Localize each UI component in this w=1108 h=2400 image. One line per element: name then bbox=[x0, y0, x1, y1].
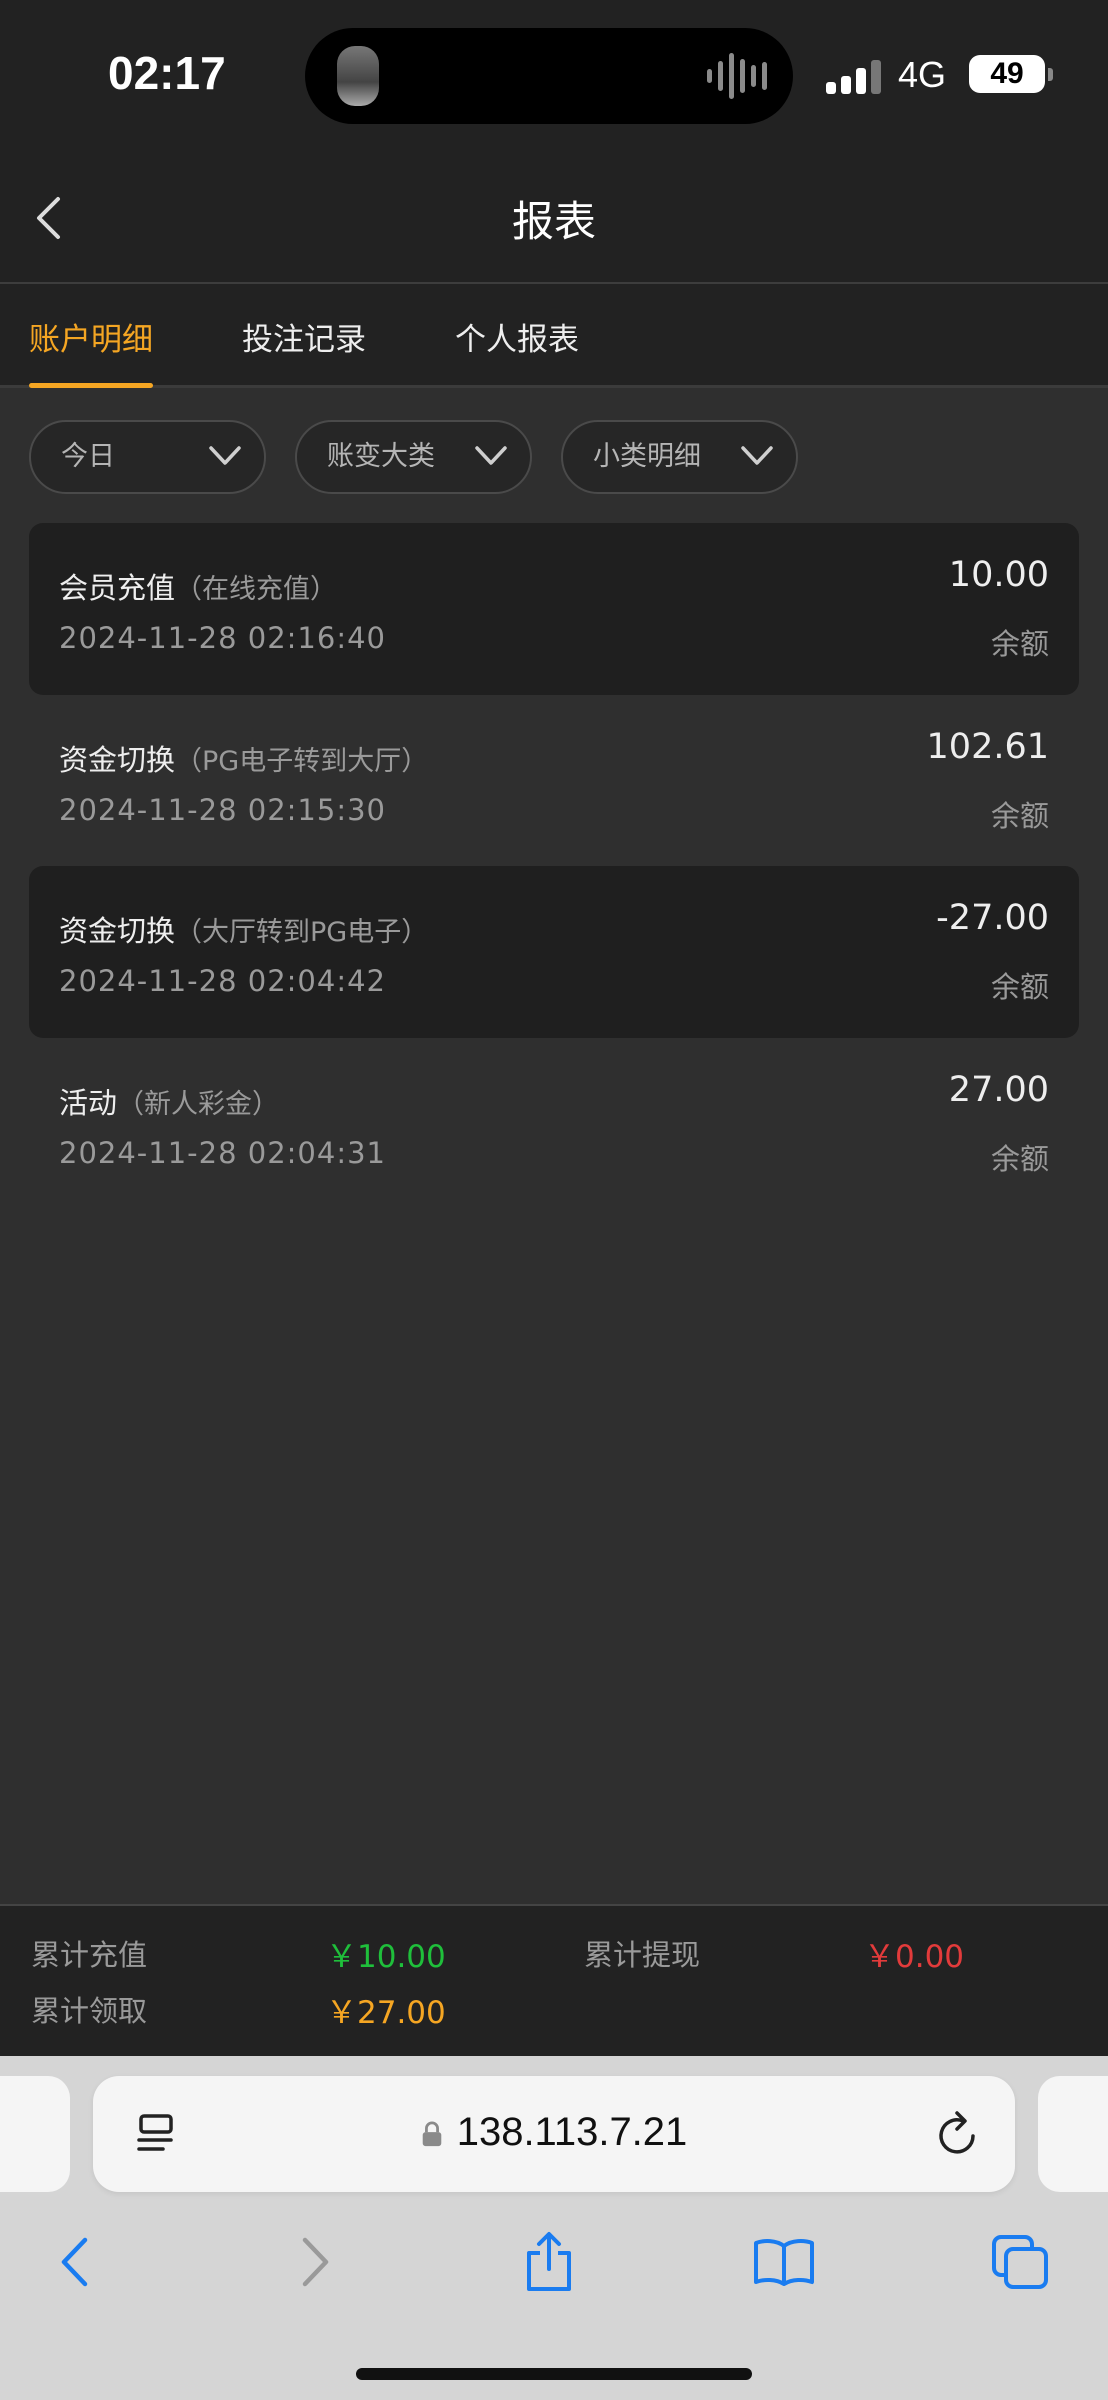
record-amount: 102.61 bbox=[926, 727, 1049, 767]
category-filter-dropdown[interactable]: 账变大类 bbox=[295, 420, 532, 494]
record-title: 会员充值 bbox=[59, 571, 176, 605]
audio-wave-icon bbox=[707, 50, 767, 102]
battery-indicator: 49 bbox=[969, 55, 1053, 93]
browser-nav-bar bbox=[0, 2222, 1108, 2322]
tabs-button[interactable] bbox=[980, 2222, 1060, 2302]
record-subtype: （在线充值） bbox=[175, 574, 338, 605]
tab-personal-report[interactable]: 个人报表 bbox=[455, 314, 579, 388]
dynamic-island bbox=[305, 28, 793, 124]
record-title: 活动 bbox=[59, 1086, 118, 1120]
record-balance-label: 余额 bbox=[990, 627, 1049, 661]
record-amount: 27.00 bbox=[948, 1070, 1049, 1110]
record-balance-label: 余额 bbox=[990, 1142, 1049, 1176]
record-subtype: （PG电子转到大厅） bbox=[175, 746, 429, 777]
reload-icon[interactable] bbox=[935, 2108, 981, 2158]
record-date: 2024-11-28 02:04:42 bbox=[59, 964, 386, 998]
share-icon bbox=[527, 2232, 571, 2291]
page-title: 报表 bbox=[511, 197, 596, 246]
cellular-signal-icon bbox=[826, 58, 881, 94]
list-item[interactable]: 资金切换（PG电子转到大厅） 2024-11-28 02:15:30 102.6… bbox=[29, 695, 1079, 867]
status-time: 02:17 bbox=[108, 47, 226, 99]
record-title: 资金切换 bbox=[59, 743, 176, 777]
record-balance-label: 余额 bbox=[990, 970, 1049, 1004]
next-tab-preview[interactable] bbox=[1038, 2076, 1108, 2192]
browser-forward-button[interactable] bbox=[276, 2222, 356, 2302]
now-playing-artwork bbox=[337, 46, 379, 106]
status-bar: 02:17 4G 49 bbox=[0, 0, 1108, 150]
subcategory-filter-label: 小类明细 bbox=[593, 441, 701, 472]
total-claim-label: 累计领取 bbox=[31, 1994, 148, 2028]
previous-tab-preview[interactable] bbox=[0, 2076, 70, 2192]
category-filter-label: 账变大类 bbox=[327, 441, 435, 472]
date-filter-dropdown[interactable]: 今日 bbox=[29, 420, 266, 494]
tab-bet-records[interactable]: 投注记录 bbox=[242, 314, 366, 388]
tab-account-details[interactable]: 账户明细 bbox=[29, 314, 153, 388]
record-balance-label: 余额 bbox=[990, 799, 1049, 833]
total-recharge-value: ￥10.00 bbox=[326, 1939, 446, 1975]
chevron-down-icon bbox=[741, 446, 773, 465]
summary-panel: 累计充值 ￥10.00 累计提现 ￥0.00 累计领取 ￥27.00 bbox=[0, 1904, 1108, 2056]
bookmarks-button[interactable] bbox=[744, 2222, 824, 2302]
lock-icon bbox=[422, 2121, 441, 2147]
record-amount: 10.00 bbox=[948, 555, 1049, 595]
total-withdraw-label: 累计提现 bbox=[584, 1938, 701, 1972]
record-subtype: （新人彩金） bbox=[117, 1089, 280, 1120]
browser-toolbar: 138.113.7.21 bbox=[0, 2056, 1108, 2400]
date-filter-label: 今日 bbox=[61, 441, 115, 472]
browser-back-button[interactable] bbox=[34, 2222, 114, 2302]
address-bar[interactable]: 138.113.7.21 bbox=[93, 2076, 1015, 2192]
url-text: 138.113.7.21 bbox=[456, 2110, 688, 2154]
record-title: 资金切换 bbox=[59, 914, 176, 948]
network-type: 4G bbox=[898, 54, 947, 95]
record-amount: -27.00 bbox=[936, 898, 1049, 938]
list-item[interactable]: 资金切换（大厅转到PG电子） 2024-11-28 02:04:42 -27.0… bbox=[29, 866, 1079, 1038]
record-subtype: （大厅转到PG电子） bbox=[175, 917, 429, 948]
chevron-down-icon bbox=[209, 446, 241, 465]
list-item[interactable]: 活动（新人彩金） 2024-11-28 02:04:31 27.00 余额 bbox=[29, 1038, 1079, 1210]
tab-bar: 账户明细 投注记录 个人报表 bbox=[0, 284, 1108, 388]
record-date: 2024-11-28 02:16:40 bbox=[59, 621, 386, 655]
list-item[interactable]: 会员充值（在线充值） 2024-11-28 02:16:40 10.00 余额 bbox=[29, 523, 1079, 695]
record-date: 2024-11-28 02:15:30 bbox=[59, 793, 386, 827]
total-claim-value: ￥27.00 bbox=[326, 1995, 446, 2031]
chevron-down-icon bbox=[475, 446, 507, 465]
home-indicator bbox=[356, 2368, 752, 2380]
total-withdraw-value: ￥0.00 bbox=[864, 1939, 965, 1975]
subcategory-filter-dropdown[interactable]: 小类明细 bbox=[561, 420, 798, 494]
app-header: 报表 bbox=[0, 150, 1108, 284]
chevron-left-icon bbox=[61, 2237, 88, 2287]
share-button[interactable] bbox=[509, 2222, 589, 2302]
tabs-icon bbox=[992, 2235, 1048, 2289]
total-recharge-label: 累计充值 bbox=[31, 1938, 148, 1972]
chevron-right-icon bbox=[302, 2237, 329, 2287]
book-icon bbox=[754, 2239, 814, 2286]
record-date: 2024-11-28 02:04:31 bbox=[59, 1136, 386, 1170]
